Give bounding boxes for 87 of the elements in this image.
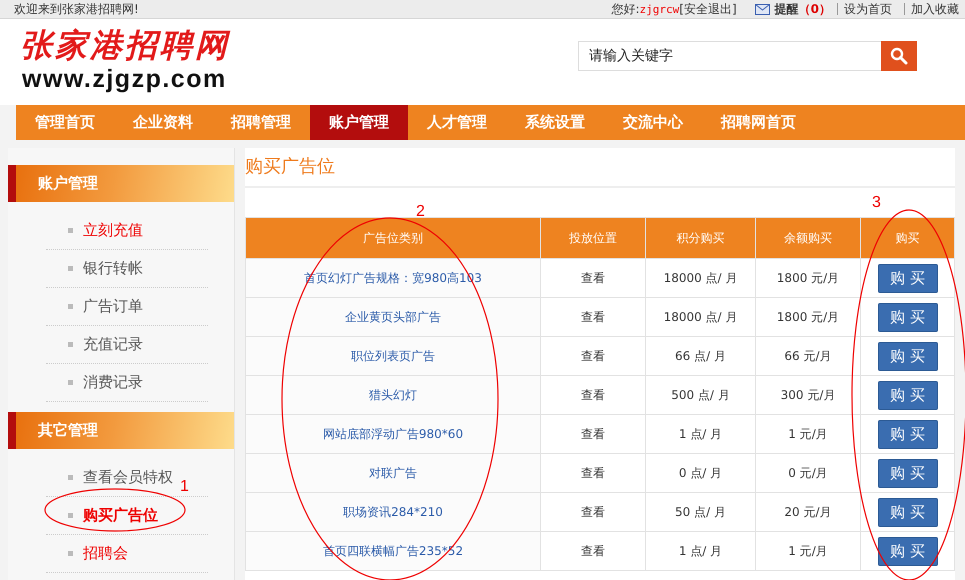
points-price-cell: 18000 点/ 月 bbox=[646, 298, 756, 336]
view-link[interactable]: 查看 bbox=[540, 414, 646, 454]
ad-category-cell: 职场资讯284*210 bbox=[246, 492, 540, 532]
view-link[interactable]: 查看 bbox=[540, 492, 646, 532]
points-price-cell: 66 点/ 月 bbox=[646, 336, 756, 376]
nav-tab[interactable]: 企业资料 bbox=[114, 105, 212, 140]
nav-tab[interactable]: 账户管理 bbox=[310, 105, 408, 140]
nav-tab[interactable]: 管理首页 bbox=[16, 105, 114, 140]
buy-button[interactable]: 购 买 bbox=[878, 498, 938, 526]
username-link[interactable]: zjgrcw bbox=[640, 2, 680, 16]
points-price-cell: 1 点/ 月 bbox=[646, 414, 756, 454]
welcome-text: 欢迎来到张家港招聘网! bbox=[14, 0, 139, 18]
section-header: 其它管理 bbox=[8, 412, 234, 449]
buy-button[interactable]: 购 买 bbox=[878, 458, 938, 488]
bullet-icon bbox=[68, 380, 73, 385]
points-price-cell: 500 点/ 月 bbox=[646, 376, 756, 414]
buy-button[interactable]: 购 买 bbox=[878, 420, 938, 448]
annotation-number: 2 bbox=[416, 204, 425, 220]
sidebar-item[interactable]: 招聘会 bbox=[83, 544, 128, 563]
buy-button[interactable]: 购 买 bbox=[878, 380, 938, 410]
bullet-icon bbox=[68, 513, 73, 518]
column-header: 购买 bbox=[860, 218, 954, 258]
buy-button[interactable]: 购 买 bbox=[878, 302, 938, 332]
logo-url: www.zjgzp.com bbox=[22, 65, 228, 93]
buy-button[interactable]: 购 买 bbox=[878, 536, 938, 566]
bullet-icon bbox=[68, 266, 73, 271]
sidebar-item[interactable]: 查看会员特权 bbox=[83, 468, 173, 487]
logo-title[interactable]: 张家港招聘网 bbox=[20, 25, 230, 65]
points-price-cell: 18000 点/ 月 bbox=[646, 258, 756, 298]
bullet-icon bbox=[68, 551, 73, 556]
view-link[interactable]: 查看 bbox=[540, 298, 646, 336]
search-button[interactable] bbox=[881, 41, 917, 71]
sidebar-item[interactable]: 广告订单 bbox=[83, 297, 143, 316]
annotation-number: 3 bbox=[872, 195, 881, 211]
view-link[interactable]: 查看 bbox=[540, 376, 646, 414]
view-link[interactable]: 查看 bbox=[540, 336, 646, 376]
balance-price-cell: 1800 元/月 bbox=[756, 258, 860, 298]
annotation-number: 1 bbox=[180, 479, 189, 495]
section-header: 账户管理 bbox=[8, 165, 234, 202]
bullet-icon bbox=[68, 475, 73, 480]
ad-category-cell: 对联广告 bbox=[246, 454, 540, 492]
column-header: 积分购买 bbox=[646, 218, 756, 258]
search-field[interactable]: 请输入关键字 bbox=[578, 41, 881, 71]
bullet-icon bbox=[68, 228, 73, 233]
points-price-cell: 50 点/ 月 bbox=[646, 492, 756, 532]
bullet-icon bbox=[68, 304, 73, 309]
nav-tab[interactable]: 招聘网首页 bbox=[702, 105, 815, 140]
sidebar-item[interactable]: 充值记录 bbox=[83, 335, 143, 354]
balance-price-cell: 66 元/月 bbox=[756, 336, 860, 376]
balance-price-cell: 1 元/月 bbox=[756, 414, 860, 454]
envelope-icon bbox=[754, 4, 770, 14]
buy-button[interactable]: 购 买 bbox=[878, 342, 938, 370]
ad-category-cell: 网站底部浮动广告980*60 bbox=[246, 414, 540, 454]
nav-tab[interactable]: 招聘管理 bbox=[212, 105, 310, 140]
nav-tab[interactable]: 交流中心 bbox=[604, 105, 702, 140]
balance-price-cell: 0 元/月 bbox=[756, 454, 860, 492]
ad-category-cell: 职位列表页广告 bbox=[246, 336, 540, 376]
ad-category-cell: 企业黄页头部广告 bbox=[246, 298, 540, 336]
balance-price-cell: 1800 元/月 bbox=[756, 298, 860, 336]
reminder-count: （0） bbox=[798, 0, 831, 18]
reminder-label[interactable]: 提醒 bbox=[774, 0, 799, 18]
view-link[interactable]: 查看 bbox=[540, 454, 646, 492]
buy-button[interactable]: 购 买 bbox=[878, 264, 938, 292]
top-link[interactable]: 加入收藏 bbox=[904, 3, 965, 15]
view-link[interactable]: 查看 bbox=[540, 532, 646, 570]
nav-tab[interactable]: 人才管理 bbox=[408, 105, 506, 140]
sidebar-item[interactable]: 银行转帐 bbox=[83, 259, 143, 278]
points-price-cell: 1 点/ 月 bbox=[646, 532, 756, 570]
ad-category-cell: 猎头幻灯 bbox=[246, 376, 540, 414]
balance-price-cell: 300 元/月 bbox=[756, 376, 860, 414]
page-title: 购买广告位 bbox=[245, 148, 955, 188]
view-link[interactable]: 查看 bbox=[540, 258, 646, 298]
balance-price-cell: 1 元/月 bbox=[756, 532, 860, 570]
balance-price-cell: 20 元/月 bbox=[756, 492, 860, 532]
bullet-icon bbox=[68, 342, 73, 347]
column-header: 投放位置 bbox=[540, 218, 646, 258]
column-header: 广告位类别 bbox=[246, 218, 540, 258]
sidebar-item[interactable]: 立刻充值 bbox=[83, 221, 143, 240]
search-icon bbox=[890, 47, 908, 65]
top-link[interactable]: 设为首页 bbox=[837, 3, 898, 15]
greeting-text: 您好: bbox=[611, 0, 640, 18]
points-price-cell: 0 点/ 月 bbox=[646, 454, 756, 492]
logout-link[interactable]: [安全退出] bbox=[679, 0, 737, 18]
sidebar-item[interactable]: 消费记录 bbox=[83, 373, 143, 392]
nav-tab[interactable]: 系统设置 bbox=[506, 105, 604, 140]
column-header: 余额购买 bbox=[756, 218, 860, 258]
sidebar-item[interactable]: 购买广告位 bbox=[83, 506, 158, 525]
